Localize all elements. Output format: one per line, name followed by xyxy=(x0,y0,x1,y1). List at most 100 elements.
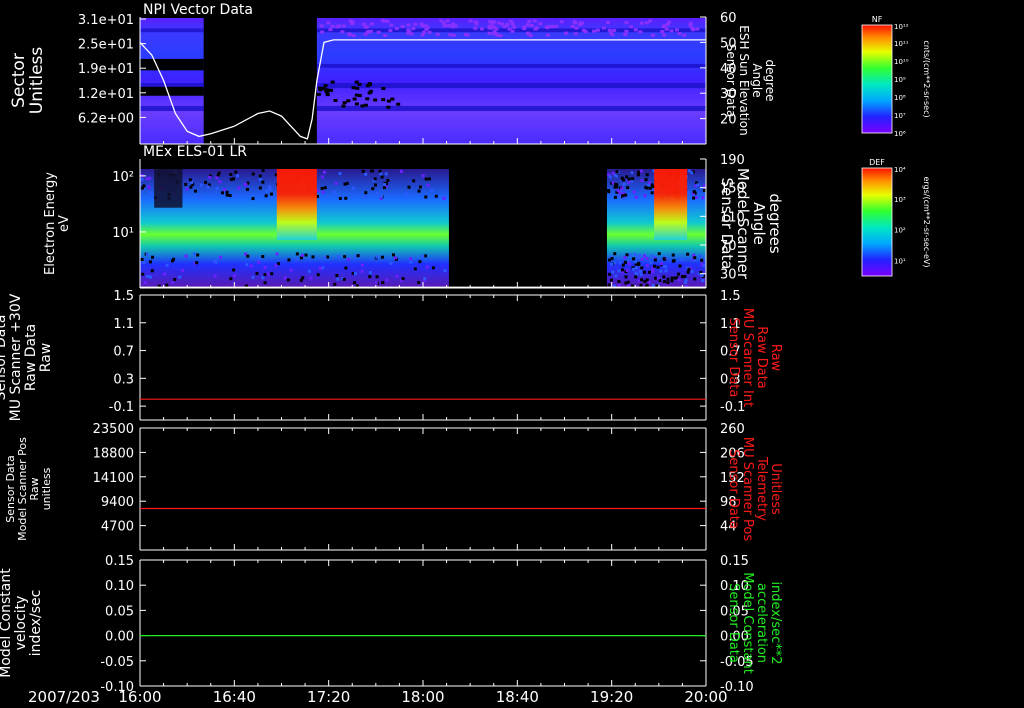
y-label-line: eV xyxy=(57,215,72,232)
npi-noise xyxy=(390,97,395,101)
els-noise xyxy=(607,190,611,194)
npi-noise xyxy=(369,22,374,26)
els-noise xyxy=(645,263,649,267)
npi-noise xyxy=(677,32,682,36)
els-noise xyxy=(289,268,293,272)
npi-noise xyxy=(342,101,347,105)
y2-label-line: Sensor Data xyxy=(726,318,741,398)
npi-noise xyxy=(606,21,611,25)
els-noise xyxy=(323,170,327,174)
els-noise xyxy=(421,174,425,178)
els-noise xyxy=(418,185,422,189)
els-noise xyxy=(370,169,374,173)
npi-noise xyxy=(422,30,427,34)
els-noise xyxy=(257,261,261,265)
els-noise xyxy=(686,190,690,194)
els-noise xyxy=(184,254,188,258)
npi-noise xyxy=(633,28,638,32)
els-noise xyxy=(316,273,320,277)
els-noise xyxy=(421,254,425,258)
els-noise xyxy=(148,176,152,180)
els-noise xyxy=(680,275,684,279)
els-noise xyxy=(373,183,377,187)
npi-noise xyxy=(323,84,328,88)
npi-noise xyxy=(381,98,386,102)
els-noise xyxy=(424,195,428,199)
els-noise xyxy=(417,280,421,284)
npi-noise xyxy=(545,33,550,37)
npi-noise xyxy=(667,20,672,24)
npi-noise xyxy=(445,19,450,23)
npi-noise xyxy=(316,92,321,96)
y-axis-label: Electron Energy eV xyxy=(43,172,72,275)
npi-noise xyxy=(435,32,440,36)
els-noise xyxy=(318,266,322,270)
els-noise xyxy=(255,271,259,275)
npi-noise xyxy=(354,80,359,84)
npi-noise xyxy=(413,22,418,26)
npi-noise xyxy=(451,22,456,26)
npi-noise xyxy=(487,24,492,28)
els-noise xyxy=(149,191,153,195)
y-tick-label: 6.2e+00 xyxy=(78,111,134,126)
npi-noise xyxy=(491,32,496,36)
y2-tick-label: 260 xyxy=(720,422,745,437)
els-noise xyxy=(635,266,639,270)
npi-noise xyxy=(341,24,346,28)
y2-label-line: MU Scanner Pos xyxy=(740,437,755,542)
els-noise xyxy=(409,260,413,264)
els-noise xyxy=(258,177,262,181)
els-noise xyxy=(301,276,305,280)
els-noise xyxy=(229,172,233,176)
y-tick-label: 9400 xyxy=(101,495,134,510)
els-noise xyxy=(232,268,236,272)
els-noise xyxy=(656,265,660,269)
els-noise xyxy=(634,271,638,275)
els-noise xyxy=(286,278,290,282)
npi-band xyxy=(316,83,706,89)
els-noise xyxy=(412,179,416,183)
y2-tick-label: 0.15 xyxy=(720,554,749,569)
els-noise xyxy=(185,187,189,191)
els-noise xyxy=(677,278,681,282)
els-noise xyxy=(307,269,311,273)
npi-band xyxy=(140,105,204,111)
els-noise xyxy=(671,259,675,263)
els-noise xyxy=(385,278,389,282)
els-noise xyxy=(632,257,636,261)
npi-band xyxy=(140,28,204,33)
els-noise xyxy=(342,277,346,281)
y-tick-label: 18800 xyxy=(93,446,134,461)
els-noise xyxy=(642,254,646,258)
els-noise xyxy=(235,194,239,198)
time-tick-label: 17:20 xyxy=(307,688,350,706)
els-noise xyxy=(219,255,223,259)
els-noise xyxy=(399,169,403,173)
npi-noise xyxy=(580,21,585,25)
y2-label-line: Sensor Data xyxy=(726,449,741,529)
panel-title: NPI Vector Data xyxy=(143,2,253,18)
els-noise xyxy=(623,255,627,259)
els-noise xyxy=(431,266,435,270)
els-noise xyxy=(218,180,222,184)
els-noise xyxy=(618,191,622,195)
npi-noise xyxy=(446,24,451,28)
npi-noise xyxy=(336,24,341,28)
els-noise xyxy=(141,272,145,276)
els-noise xyxy=(194,189,198,193)
els-noise xyxy=(373,177,377,181)
npi-noise xyxy=(664,27,669,31)
els-noise xyxy=(263,266,267,270)
y-tick-label: 0.00 xyxy=(105,630,134,645)
y-axis-label: Sensor Data Model Scanner Pos Raw unitless xyxy=(4,437,53,541)
els-noise xyxy=(375,255,379,259)
npi-noise xyxy=(340,30,345,34)
els-noise xyxy=(687,169,691,173)
els-noise xyxy=(344,266,348,270)
els-noise xyxy=(696,183,700,187)
els-noise xyxy=(142,261,146,265)
npi-noise xyxy=(488,20,493,24)
els-noise xyxy=(300,253,304,257)
els-noise xyxy=(692,196,696,200)
els-noise xyxy=(634,195,638,199)
